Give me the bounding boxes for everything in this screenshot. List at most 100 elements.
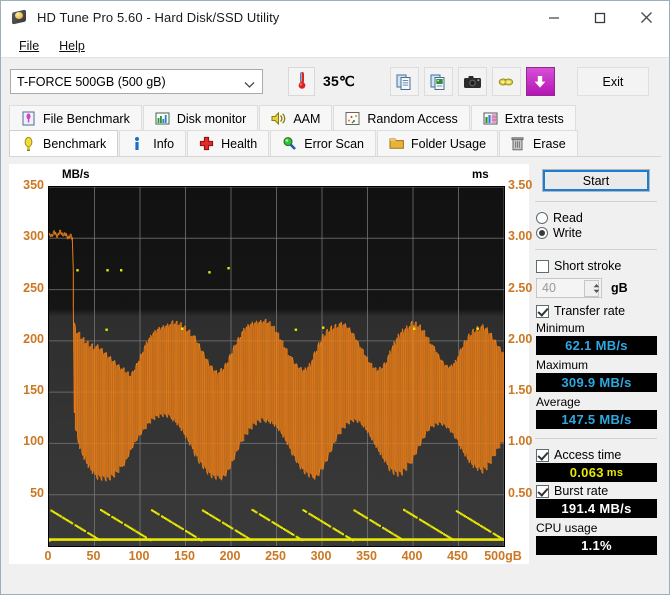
tab-row-2: Benchmark Info Health Error Scan Folder … [9,130,661,156]
cpu-usage-value: 1.1% [536,536,657,555]
radio-write-label: Write [553,226,582,240]
tab-folder-usage[interactable]: Folder Usage [376,130,499,156]
maximize-button[interactable] [577,1,623,34]
checkbox-access-time[interactable]: Access time [536,448,659,462]
tab-random-access[interactable]: Random Access [333,105,470,131]
tab-info[interactable]: Info [119,130,187,156]
short-stroke-input[interactable]: 40 [536,278,602,298]
menu-file[interactable]: File [9,37,49,55]
access-time-unit: ms [606,466,624,479]
y2-tick-label: 3.50 [508,178,533,192]
tab-row-1: File Benchmark Disk monitor AAM Random A… [9,105,661,131]
y2-tick-label: 2.00 [508,331,533,346]
maximum-label: Maximum [536,358,589,372]
extra-tests-icon [483,111,499,127]
y2-tick-label: 1.50 [508,383,533,398]
tab-divider [9,156,661,157]
y-tick-label: 300 [23,229,44,244]
x-tick-label: 100 [128,549,150,563]
tab-file-benchmark-label: File Benchmark [43,111,130,126]
x-tick-label: 150 [174,549,195,563]
x-tick-label: 450 [447,549,468,563]
maximum-value: 309.9 MB/s [536,373,657,392]
tab-benchmark[interactable]: Benchmark [9,130,119,156]
tab-extra-tests-label: Extra tests [504,111,564,126]
temperature-value: 35℃ [323,73,355,89]
disk-monitor-icon [155,111,171,127]
window-title: HD Tune Pro 5.60 - Hard Disk/SSD Utility [37,10,280,25]
aam-speaker-icon [271,111,287,127]
menu-file-label: File [19,38,40,53]
link-icon[interactable] [491,67,521,96]
radio-write[interactable]: Write [536,226,659,240]
tab-extra-tests[interactable]: Extra tests [470,105,576,131]
y-tick-label: 50 [30,485,44,500]
drive-select[interactable]: T-FORCE 500GB (500 gB) [10,69,263,94]
benchmark-chart: MB/s ms 50 100 150 200 250 300 350 0.50 1.00 1.5… [9,164,533,564]
y-tick-label: 250 [23,280,44,295]
divider-3 [535,438,657,439]
chart-canvas [49,187,504,546]
y2-tick-label: 3.00 [508,229,533,244]
burst-rate-value: 191.4 MB/s [536,499,657,518]
download-arrow-icon[interactable] [525,67,555,96]
y-tick-label: 200 [23,331,44,346]
tab-health[interactable]: Health [187,130,270,156]
checkbox-transfer-rate[interactable]: Transfer rate [536,304,659,318]
menu-bar: File Help [1,34,669,58]
tab-disk-monitor[interactable]: Disk monitor [142,105,259,131]
x-tick-label: 50 [86,549,101,563]
tab-bar: File Benchmark Disk monitor AAM Random A… [1,105,669,157]
spinner-arrows-icon[interactable] [584,280,600,297]
tab-erase[interactable]: Erase [499,130,578,156]
radio-read-indicator [536,212,548,224]
short-stroke-unit: gB [611,281,628,295]
temperature-button[interactable] [288,67,315,96]
copy-image-icon[interactable] [423,67,453,96]
short-stroke-value: 40 [542,281,556,295]
close-button[interactable] [623,1,669,34]
toolbar-buttons [389,67,555,96]
checkbox-access-time-box [536,448,549,462]
checkbox-burst-rate-label: Burst rate [554,484,609,498]
copy-icon[interactable] [389,67,419,96]
minimize-button[interactable] [531,1,577,34]
checkbox-burst-rate-box [536,484,549,498]
toolbar: T-FORCE 500GB (500 gB) 35℃ Exit [1,58,669,105]
info-icon [131,136,147,152]
tab-aam[interactable]: AAM [259,105,333,131]
erase-trash-icon [511,136,527,152]
main-content: MB/s ms 50 100 150 200 250 300 350 0.50 1.00 1.5… [1,164,669,564]
chart-y2label: ms [472,169,489,181]
exit-button[interactable]: Exit [576,67,649,96]
checkbox-short-stroke[interactable]: Short stroke [536,259,659,273]
menu-help-label: Help [59,38,85,53]
x-tick-label: 350 [356,549,377,563]
y2-tick-label: 0.50 [508,485,533,500]
x-tick-label: 500gB [484,549,522,563]
x-tick-label: 200 [219,549,241,563]
checkbox-burst-rate[interactable]: Burst rate [536,484,659,498]
tab-info-label: Info [153,136,175,151]
folder-usage-icon [389,136,405,152]
start-button[interactable]: Start [542,169,650,192]
divider-1 [535,201,657,202]
title-bar: HD Tune Pro 5.60 - Hard Disk/SSD Utility [1,1,669,34]
x-tick-label: 250 [265,549,286,563]
y-tick-label: 150 [23,383,44,398]
x-tick-label: 300 [310,549,332,563]
chart-ylabel: MB/s [62,169,90,181]
divider-2 [535,249,657,250]
error-scan-magnifier-icon [282,136,298,152]
screenshot-camera-icon[interactable] [457,67,487,96]
exit-button-label: Exit [602,74,624,89]
tab-file-benchmark[interactable]: File Benchmark [9,105,142,131]
tab-error-scan[interactable]: Error Scan [270,130,376,156]
checkbox-access-time-label: Access time [554,448,622,462]
radio-read[interactable]: Read [536,211,659,225]
menu-help[interactable]: Help [49,37,95,55]
tab-error-scan-label: Error Scan [304,136,364,151]
y-tick-label: 100 [23,434,44,449]
average-value: 147.5 MB/s [536,410,657,429]
cpu-usage-label: CPU usage [536,521,598,535]
